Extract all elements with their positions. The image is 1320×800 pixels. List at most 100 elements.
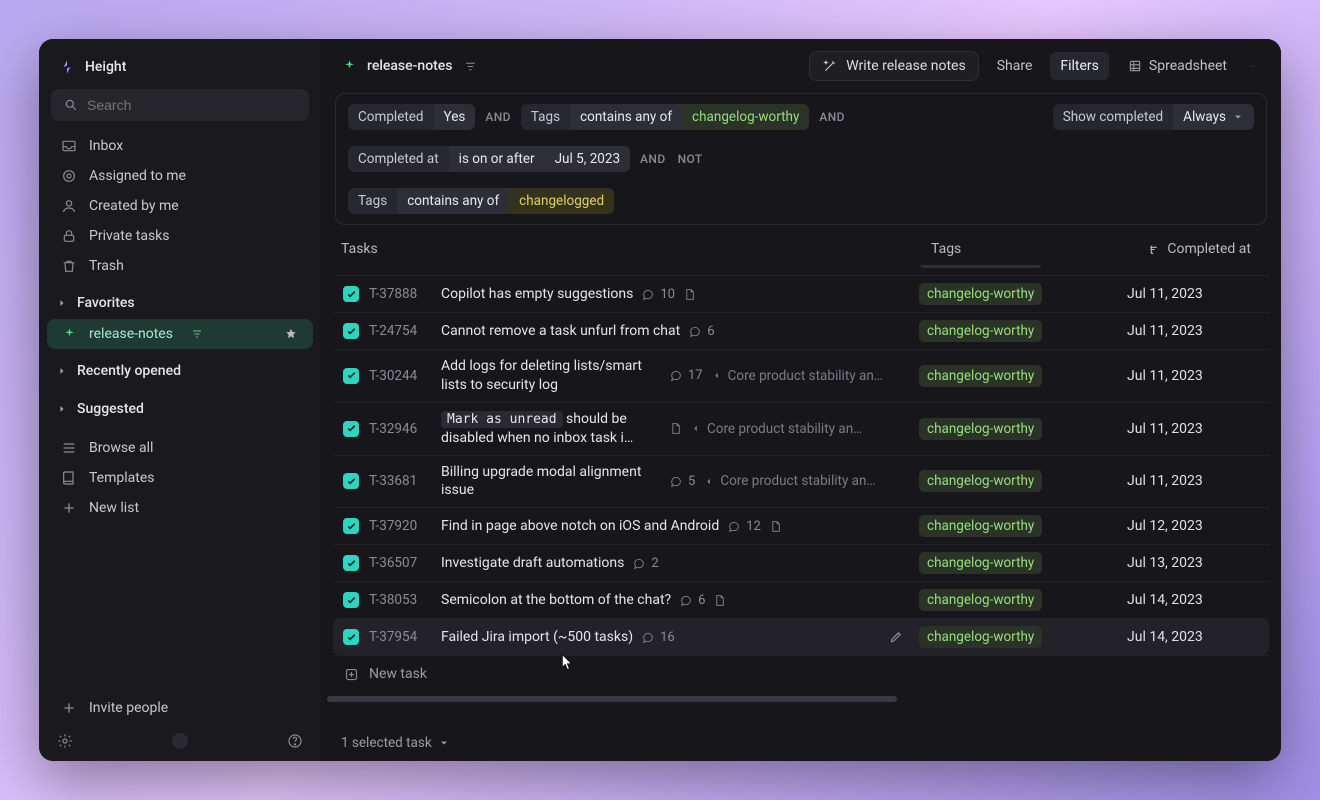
task-row[interactable]: T-37954 Failed Jira import (~500 tasks) … — [333, 618, 1269, 655]
comment-count: 10 — [641, 287, 675, 302]
task-row[interactable]: T-24754 Cannot remove a task unfurl from… — [333, 312, 1269, 349]
col-header-tasks[interactable]: Tasks — [341, 241, 931, 257]
gear-icon[interactable] — [57, 733, 73, 749]
task-checkbox[interactable] — [343, 555, 359, 571]
doc-icon — [769, 520, 782, 533]
task-completed-at: Jul 11, 2023 — [1109, 323, 1259, 339]
share-button[interactable]: Share — [987, 52, 1043, 80]
write-release-notes-button[interactable]: Write release notes — [809, 51, 978, 81]
task-tags[interactable]: changelog-worthy — [919, 552, 1099, 574]
sidebar-item-invite[interactable]: Invite people — [47, 693, 313, 723]
col-header-completed[interactable]: Completed at — [1111, 241, 1261, 257]
task-checkbox[interactable] — [343, 421, 359, 437]
search-icon — [63, 97, 79, 113]
sidebar-item-newlist[interactable]: New list — [47, 493, 313, 523]
task-title: Find in page above notch on iOS and Andr… — [441, 518, 719, 534]
filter-completed-at[interactable]: Completed at is on or after Jul 5, 2023 — [348, 146, 630, 172]
task-checkbox[interactable] — [343, 629, 359, 645]
filter-tags[interactable]: Tags contains any of changelog-worthy — [521, 104, 810, 130]
new-task-button[interactable]: New task — [333, 655, 1269, 692]
task-tags[interactable]: changelog-worthy — [919, 283, 1099, 305]
task-tags[interactable]: changelog-worthy — [919, 589, 1099, 611]
task-checkbox[interactable] — [343, 518, 359, 534]
task-id: T-30244 — [369, 368, 431, 384]
plus-square-icon — [343, 666, 359, 682]
sidebar-item-browse[interactable]: Browse all — [47, 433, 313, 463]
task-row[interactable]: T-30244 Add logs for deleting lists/smar… — [333, 349, 1269, 402]
horizontal-scrollbar[interactable] — [327, 696, 897, 702]
sidebar-section-suggested[interactable]: Suggested — [47, 393, 313, 425]
task-row[interactable]: T-35716 User unable to use Android app c… — [333, 265, 1269, 275]
task-completed-at: Jul 11, 2023 — [1109, 286, 1259, 302]
task-checkbox[interactable] — [343, 323, 359, 339]
task-row[interactable]: T-33681 Billing upgrade modal alignment … — [333, 455, 1269, 508]
sidebar-item-private[interactable]: Private tasks — [47, 221, 313, 251]
filter-bar: Completed Yes AND Tags contains any of c… — [335, 93, 1267, 225]
search-input-wrapper[interactable] — [51, 89, 309, 121]
list-icon — [61, 440, 77, 456]
task-id: T-37954 — [369, 629, 431, 645]
sidebar-item-trash[interactable]: Trash — [47, 251, 313, 281]
person-icon — [61, 198, 77, 214]
help-icon[interactable] — [287, 733, 303, 749]
sidebar-item-assigned[interactable]: Assigned to me — [47, 161, 313, 191]
task-list[interactable]: T-35716 User unable to use Android app c… — [321, 265, 1281, 725]
task-row[interactable]: T-38053 Semicolon at the bottom of the c… — [333, 581, 1269, 618]
sidebar-item-templates[interactable]: Templates — [47, 463, 313, 493]
sidebar-item-created[interactable]: Created by me — [47, 191, 313, 221]
app-window: Height Inbox Assigned to me Created by m… — [39, 39, 1281, 761]
task-tags[interactable]: changelog-worthy — [919, 470, 1099, 492]
task-id: T-24754 — [369, 323, 431, 339]
logic-and: AND — [483, 110, 513, 124]
new-task-icon[interactable] — [172, 733, 188, 749]
breadcrumb: Core product stability an… — [703, 473, 875, 489]
status-bar[interactable]: 1 selected task — [321, 725, 1281, 761]
task-row[interactable]: T-37920 Find in page above notch on iOS … — [333, 507, 1269, 544]
task-tags[interactable]: changelog-worthy — [919, 515, 1099, 537]
task-row[interactable]: T-32946 Mark as unread should be disable… — [333, 402, 1269, 455]
task-row[interactable]: T-36507 Investigate draft automations 2 … — [333, 544, 1269, 581]
task-checkbox[interactable] — [343, 473, 359, 489]
star-icon[interactable] — [283, 326, 299, 342]
chevron-right-icon — [57, 366, 67, 376]
filter-icon[interactable] — [463, 58, 479, 74]
main-panel: release-notes Write release notes Share … — [321, 39, 1281, 761]
filters-tab[interactable]: Filters — [1050, 52, 1109, 80]
view-title[interactable]: release-notes — [341, 58, 479, 74]
task-completed-at: Jul 13, 2023 — [1109, 555, 1259, 571]
chevron-down-icon — [1232, 111, 1244, 123]
task-title: Add logs for deleting lists/smart lists … — [441, 357, 661, 395]
sidebar-item-inbox[interactable]: Inbox — [47, 131, 313, 161]
task-tags[interactable]: changelog-worthy — [919, 320, 1099, 342]
task-row[interactable]: T-37888 Copilot has empty suggestions 10… — [333, 275, 1269, 312]
task-tags[interactable]: changelog-worthy — [919, 626, 1099, 648]
task-id: T-37888 — [369, 286, 431, 302]
show-completed-toggle[interactable]: Show completed Always — [1053, 104, 1254, 130]
filter-completed[interactable]: Completed Yes — [348, 104, 475, 130]
sidebar-item-release-notes[interactable]: release-notes — [47, 319, 313, 349]
task-tags[interactable]: changelog-worthy — [919, 365, 1099, 387]
task-completed-at: Jul 11, 2023 — [1109, 473, 1259, 489]
task-checkbox[interactable] — [343, 592, 359, 608]
task-checkbox[interactable] — [343, 286, 359, 302]
sidebar-section-recent[interactable]: Recently opened — [47, 355, 313, 387]
plus-icon — [61, 700, 77, 716]
status-text: 1 selected task — [341, 735, 432, 751]
task-tags[interactable]: changelog-worthy — [919, 418, 1099, 440]
spreadsheet-tab[interactable]: Spreadsheet — [1117, 52, 1237, 80]
sparkle-icon — [341, 58, 357, 74]
col-header-tags[interactable]: Tags — [931, 241, 1111, 257]
filter-tags-not[interactable]: Tags contains any of changelogged — [348, 188, 614, 214]
breadcrumb: Core product stability an… — [690, 421, 862, 437]
task-checkbox[interactable] — [343, 368, 359, 384]
task-tags[interactable]: changelog-worthy — [919, 265, 1099, 268]
height-logo-icon — [59, 59, 75, 75]
more-icon[interactable] — [1245, 58, 1261, 74]
sidebar-section-favorites[interactable]: Favorites — [47, 287, 313, 319]
edit-icon[interactable] — [889, 630, 903, 644]
task-id: T-38053 — [369, 592, 431, 608]
search-input[interactable] — [87, 97, 297, 113]
task-title: Mark as unread should be disabled when n… — [441, 410, 661, 448]
sidebar-item-label: Invite people — [89, 700, 168, 716]
app-brand[interactable]: Height — [47, 45, 313, 89]
